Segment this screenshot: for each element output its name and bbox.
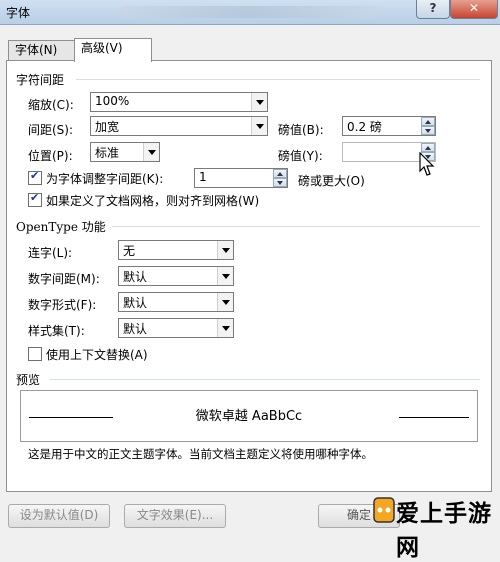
preview-box: 微软卓越 AaBbCc <box>20 390 478 442</box>
chevron-down-icon[interactable] <box>217 267 233 285</box>
kerning-checkbox[interactable] <box>28 169 42 185</box>
ligatures-label: 连字(L): <box>28 246 73 260</box>
set-default-button[interactable]: 设为默认值(D) <box>8 504 110 528</box>
tab-advanced[interactable]: 高级(V) <box>74 38 152 62</box>
stylistic-sets-value: 默认 <box>123 322 148 336</box>
spacing-amount-spinner[interactable]: 0.2 磅 <box>342 116 436 136</box>
spin-down-icon[interactable] <box>273 178 287 187</box>
mouse-cursor-icon <box>419 152 435 176</box>
preview-description: 这是用于中文的正文主题字体。当前文档主题定义将使用哪种字体。 <box>28 447 373 461</box>
kerning-suffix: 磅或更大(O) <box>298 174 365 188</box>
contextual-alternates-checkbox[interactable] <box>28 347 42 361</box>
number-spacing-label: 数字间距(M): <box>28 272 100 286</box>
spin-up-icon[interactable] <box>421 117 435 126</box>
game-controller-logo-icon <box>373 497 395 523</box>
number-forms-label: 数字形式(F): <box>28 298 97 312</box>
stylistic-sets-label: 样式集(T): <box>28 324 85 338</box>
position-amount-label: 磅值(Y): <box>278 149 323 163</box>
spacing-value: 加宽 <box>95 120 120 134</box>
spin-down-icon[interactable] <box>421 126 435 135</box>
window-title: 字体 <box>6 6 31 20</box>
kerning-value: 1 <box>199 170 207 184</box>
spin-up-icon[interactable] <box>421 143 435 152</box>
preview-rule-right <box>399 417 469 418</box>
divider <box>76 79 480 80</box>
section-title-opentype: OpenType 功能 <box>16 220 106 234</box>
chevron-down-icon[interactable] <box>217 241 233 259</box>
chevron-down-icon[interactable] <box>143 143 159 161</box>
stylistic-sets-combo[interactable]: 默认 <box>118 318 234 338</box>
scale-value: 100% <box>95 94 130 108</box>
help-button[interactable]: ? <box>416 0 450 19</box>
spacing-combo[interactable]: 加宽 <box>90 116 268 136</box>
divider <box>112 226 480 227</box>
preview-sample-text: 微软卓越 AaBbCc <box>195 409 303 424</box>
ligatures-value: 无 <box>123 244 136 258</box>
tab-font[interactable]: 字体(N) <box>8 40 77 61</box>
position-label: 位置(P): <box>28 149 73 163</box>
number-forms-combo[interactable]: 默认 <box>118 292 234 312</box>
kerning-label: 为字体调整字间距(K): <box>46 172 164 186</box>
text-effects-button[interactable]: 文字效果(E)... <box>124 504 226 528</box>
spacing-amount-value: 0.2 磅 <box>347 120 382 134</box>
close-button[interactable]: ✕ <box>450 0 498 19</box>
spacing-label: 间距(S): <box>28 123 74 137</box>
chevron-down-icon[interactable] <box>251 93 267 111</box>
ligatures-combo[interactable]: 无 <box>118 240 234 260</box>
position-value: 标准 <box>95 146 120 160</box>
spin-up-icon[interactable] <box>273 169 287 178</box>
snap-grid-label: 如果定义了文档网格，则对齐到网格(W) <box>46 194 260 208</box>
scale-label: 缩放(C): <box>28 98 74 112</box>
number-spacing-combo[interactable]: 默认 <box>118 266 234 286</box>
number-forms-value: 默认 <box>123 296 148 310</box>
kerning-spinner[interactable]: 1 <box>194 168 288 188</box>
section-title-char-spacing: 字符间距 <box>16 73 65 87</box>
chevron-down-icon[interactable] <box>217 293 233 311</box>
snap-grid-checkbox[interactable] <box>28 191 42 207</box>
spacing-amount-label: 磅值(B): <box>278 123 324 137</box>
watermark-text: 爱上手游网 <box>396 501 492 561</box>
divider <box>50 379 480 380</box>
scale-combo[interactable]: 100% <box>90 92 268 112</box>
number-spacing-value: 默认 <box>123 270 148 284</box>
blurred-title-area <box>120 6 380 18</box>
title-bar: 字体 ? ✕ <box>0 0 500 25</box>
chevron-down-icon[interactable] <box>217 319 233 337</box>
position-combo[interactable]: 标准 <box>90 142 160 162</box>
contextual-alternates-label: 使用上下文替换(A) <box>46 348 148 362</box>
chevron-down-icon[interactable] <box>251 117 267 135</box>
section-title-preview: 预览 <box>16 373 41 387</box>
watermark: 爱上手游网 <box>372 492 496 561</box>
